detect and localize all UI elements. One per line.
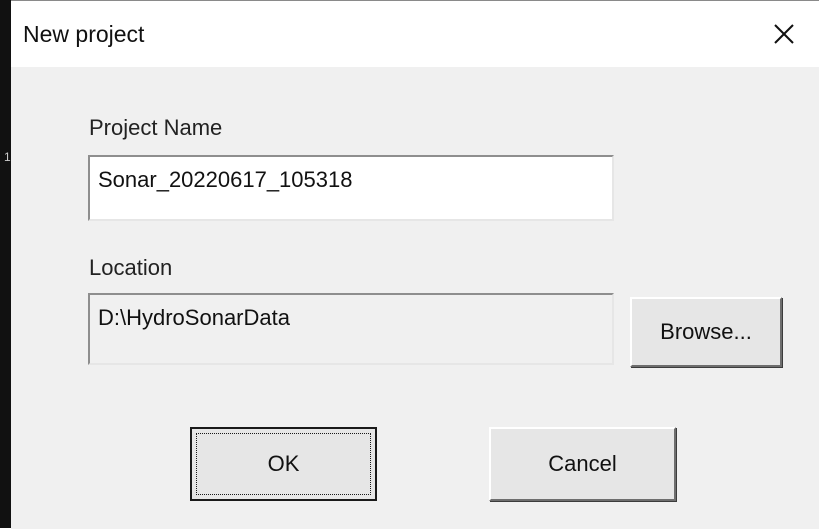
background-window-edge: 1 [0, 0, 11, 528]
new-project-dialog: New project Project Name Sonar_20220617_… [11, 0, 819, 529]
project-name-label: Project Name [89, 115, 223, 140]
background-edge-mark: 1 [4, 150, 11, 164]
browse-button-label: Browse... [660, 319, 752, 344]
dialog-body: Project Name Sonar_20220617_105318 Locat… [11, 67, 819, 529]
cancel-button[interactable]: Cancel [489, 427, 676, 501]
ok-button-label: OK [267, 451, 300, 476]
browse-button[interactable]: Browse... [630, 297, 782, 367]
close-icon [774, 24, 794, 44]
cancel-button-label: Cancel [548, 451, 617, 476]
location-field[interactable]: D:\HydroSonarData [88, 293, 614, 365]
title-bar[interactable]: New project [11, 1, 819, 67]
ok-button[interactable]: OK [190, 427, 377, 501]
location-value: D:\HydroSonarData [98, 305, 290, 330]
project-name-value: Sonar_20220617_105318 [98, 167, 353, 192]
location-label: Location [89, 255, 173, 280]
close-button[interactable] [765, 15, 805, 55]
dialog-title: New project [23, 21, 145, 47]
project-name-input[interactable]: Sonar_20220617_105318 [88, 155, 614, 221]
